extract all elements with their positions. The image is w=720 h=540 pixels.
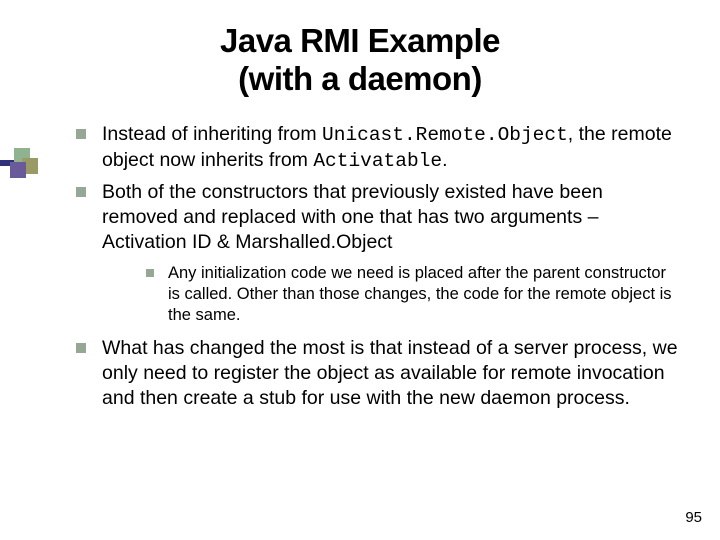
page-number: 95: [685, 509, 702, 526]
bullet-1: Instead of inheriting from Unicast.Remot…: [76, 122, 680, 174]
bullet-2-text: Both of the constructors that previously…: [102, 181, 603, 253]
title-line-2: (with a daemon): [238, 60, 482, 97]
bullet-1-code-2: Activatable: [313, 150, 442, 172]
bullet-2-sublist: Any initialization code we need is place…: [146, 263, 680, 326]
bullet-list: Instead of inheriting from Unicast.Remot…: [76, 122, 680, 411]
slide-title: Java RMI Example (with a daemon): [40, 22, 680, 98]
bullet-3-text: What has changed the most is that instea…: [102, 337, 678, 409]
bullet-1-text-end: .: [442, 149, 447, 171]
bullet-1-text-pre: Instead of inheriting from: [102, 123, 322, 145]
bullet-2-sub-1: Any initialization code we need is place…: [146, 263, 680, 326]
bullet-3: What has changed the most is that instea…: [76, 336, 680, 411]
slide: Java RMI Example (with a daemon) Instead…: [0, 0, 720, 540]
bullet-1-code-1: Unicast.Remote.Object: [322, 124, 568, 146]
bullet-2: Both of the constructors that previously…: [76, 180, 680, 326]
accent-graphic: [0, 148, 40, 182]
accent-square-purple: [10, 162, 26, 178]
title-line-1: Java RMI Example: [220, 22, 500, 59]
bullet-2-sub-1-text: Any initialization code we need is place…: [168, 264, 672, 324]
